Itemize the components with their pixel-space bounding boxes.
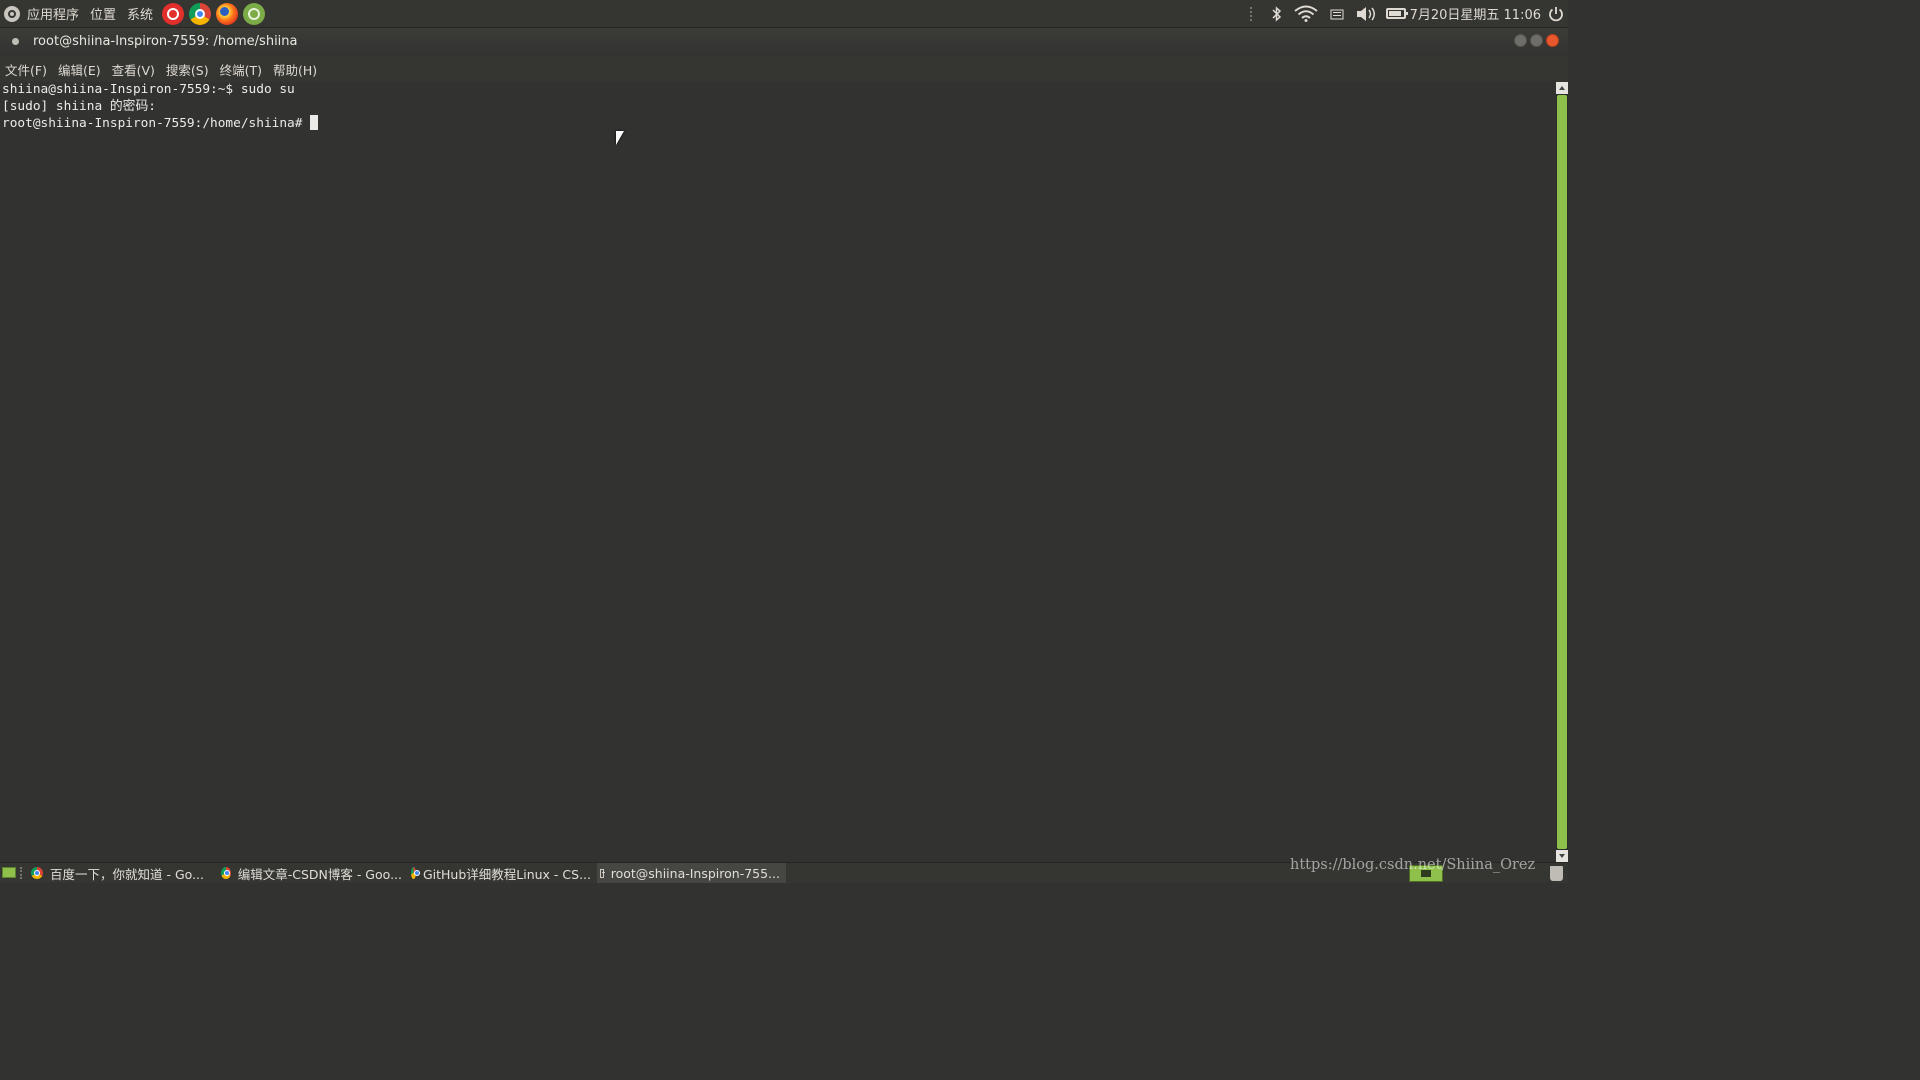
battery-level [1385,8,1408,19]
terminal-prompt: root@shiina-Inspiron-7559:/home/shiina# [2,116,311,131]
task-label: root@shiina-Inspiron-755... [610,865,780,881]
ubuntu-logo-icon[interactable] [4,5,20,22]
window-controls [1511,34,1559,47]
task-csdn-editor[interactable]: 编辑文章-CSDN博客 - Goo... [218,863,408,883]
wifi-icon[interactable] [1293,5,1318,22]
menu-system[interactable]: 系统 [127,4,153,23]
ubuntu-software-icon[interactable] [243,2,266,25]
terminal-scrollbar[interactable] [1556,82,1568,862]
terminal-line: [sudo] shiina 的密码: [2,98,156,114]
bluetooth-icon[interactable] [1271,5,1282,22]
system-tray: 7月20日星期五 11:06 [1249,0,1564,27]
terminal-line: shiina@shiina-Inspiron-7559:~$ sudo su [2,82,295,97]
chrome-icon [31,867,43,879]
menu-applications[interactable]: 应用程序 [27,4,79,23]
close-button[interactable] [1546,34,1559,47]
window-title: root@shiina-Inspiron-7559: /home/shiina [33,34,298,49]
task-label: 编辑文章-CSDN博客 - Goo... [237,866,402,882]
top-panel-left: 应用程序 位置 系统 [4,0,270,27]
menu-bar: 文件(F) 编辑(E) 查看(V) 搜索(S) 终端(T) 帮助(H) [0,56,1568,82]
scroll-up-button[interactable] [1556,82,1568,94]
task-baidu[interactable]: 百度一下，你就知道 - Go... [28,863,218,883]
menu-file[interactable]: 文件(F) [5,60,47,79]
chrome-icon[interactable] [189,2,212,25]
menu-help[interactable]: 帮助(H) [273,60,317,79]
watermark: https://blog.csdn.net/Shiina_Orez [1290,857,1536,873]
battery-icon[interactable] [1385,8,1408,19]
chrome-icon [411,867,420,879]
maximize-button[interactable] [1530,34,1543,47]
task-github-tutorial[interactable]: GitHub详细教程Linux - CS... [408,863,597,883]
menu-places[interactable]: 位置 [90,4,116,23]
window-list: 百度一下，你就知道 - Go... 编辑文章-CSDN博客 - Goo... G… [28,863,786,883]
taskbar-grip [20,867,22,879]
window-menu-icon[interactable] [12,38,19,45]
show-desktop-button[interactable] [2,867,16,878]
terminal-icon [600,868,605,878]
scrollbar-thumb[interactable] [1557,95,1567,849]
firefox-icon[interactable] [216,2,239,25]
terminal-cursor [310,115,319,130]
trash-icon[interactable] [1550,866,1563,881]
volume-icon[interactable] [1356,6,1377,22]
power-icon[interactable] [1548,6,1564,22]
menu-terminal[interactable]: 终端(T) [220,60,262,79]
minimize-button[interactable] [1514,34,1527,47]
terminal-area[interactable]: shiina@shiina-Inspiron-7559:~$ sudo su [… [0,82,1556,862]
task-terminal[interactable]: root@shiina-Inspiron-755... [597,863,786,883]
top-panel: 应用程序 位置 系统 7月20日星期五 11:06 [0,0,1568,28]
terminal-prompt-line: root@shiina-Inspiron-7559:/home/shiina# [0,115,1556,133]
menu-edit[interactable]: 编辑(E) [58,60,101,79]
menu-view[interactable]: 查看(V) [112,60,155,79]
task-label: GitHub详细教程Linux - CS... [422,866,591,882]
netease-music-icon[interactable] [162,2,185,25]
quick-launchers [162,2,270,25]
task-label: 百度一下，你就知道 - Go... [50,866,204,882]
keyboard-icon[interactable] [1330,7,1344,20]
scroll-down-button[interactable] [1556,850,1568,862]
chrome-icon [221,867,231,879]
clock[interactable]: 7月20日星期五 11:06 [1410,4,1541,23]
menu-search[interactable]: 搜索(S) [166,60,209,79]
window-title-bar[interactable]: root@shiina-Inspiron-7559: /home/shiina [0,28,1568,55]
tray-grip [1249,6,1255,21]
mouse-pointer-icon [616,131,624,145]
